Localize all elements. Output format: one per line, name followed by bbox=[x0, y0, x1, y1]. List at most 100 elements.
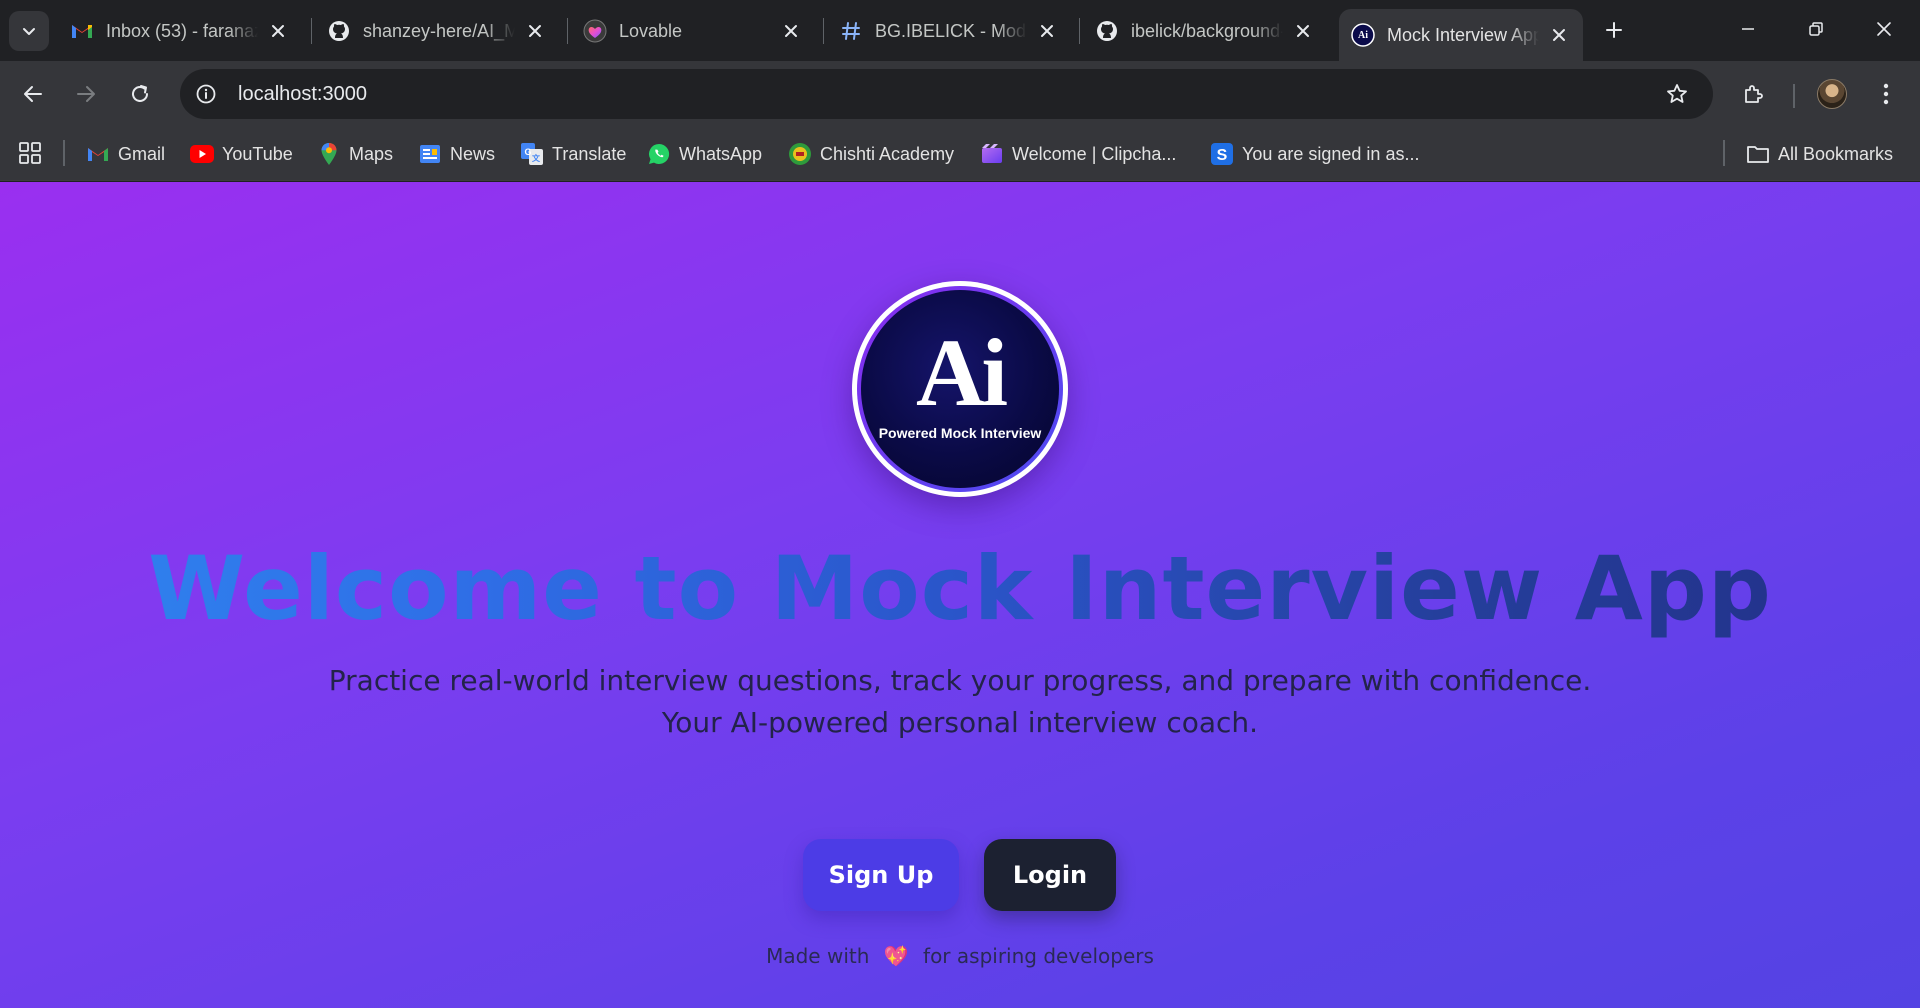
all-bookmarks-button[interactable]: All Bookmarks bbox=[1746, 139, 1893, 169]
footer-text-before: Made with bbox=[766, 944, 870, 968]
bookmark-label: All Bookmarks bbox=[1778, 143, 1894, 164]
chevron-down-icon bbox=[23, 28, 35, 35]
academy-icon bbox=[788, 142, 812, 166]
close-icon[interactable] bbox=[1291, 19, 1315, 43]
minimize-button[interactable] bbox=[1714, 0, 1782, 58]
toolbar-divider bbox=[1793, 84, 1795, 108]
reload-button[interactable] bbox=[120, 74, 160, 114]
restore-button[interactable] bbox=[1782, 0, 1850, 58]
tab-search-button[interactable] bbox=[9, 11, 49, 51]
bookmarks-divider bbox=[1723, 140, 1725, 166]
bookmark-news[interactable]: News bbox=[418, 139, 495, 169]
site-info-icon[interactable] bbox=[188, 76, 224, 112]
arrow-right-icon bbox=[77, 86, 95, 102]
bookmark-star-icon[interactable] bbox=[1657, 74, 1697, 114]
svg-text:S: S bbox=[1217, 147, 1228, 164]
news-icon bbox=[418, 142, 442, 166]
close-icon[interactable] bbox=[523, 19, 547, 43]
bookmark-label: Translate bbox=[552, 143, 627, 164]
translate-icon: G文 bbox=[520, 142, 544, 166]
youtube-icon bbox=[190, 142, 214, 166]
subtitle-line-1: Practice real-world interview questions,… bbox=[328, 664, 1592, 697]
bookmark-signed-in[interactable]: S You are signed in as... bbox=[1210, 139, 1419, 169]
logo-core: Ai Powered Mock Interview bbox=[861, 290, 1059, 488]
logo-subtitle: Powered Mock Interview bbox=[878, 425, 1042, 441]
bookmark-label: YouTube bbox=[222, 143, 293, 164]
gmail-icon bbox=[86, 142, 110, 166]
s-logo-icon: S bbox=[1210, 142, 1234, 166]
profile-avatar[interactable] bbox=[1817, 79, 1847, 109]
footer-note: Made with 💖 for aspiring developers bbox=[0, 944, 1920, 968]
bookmarks-divider bbox=[63, 140, 65, 166]
bookmark-label: WhatsApp bbox=[679, 143, 763, 164]
bookmark-label: Welcome | Clipcha... bbox=[1012, 143, 1177, 164]
footer-text-after: for aspiring developers bbox=[923, 944, 1154, 968]
tab-divider bbox=[823, 18, 824, 44]
close-icon[interactable] bbox=[779, 19, 803, 43]
back-button[interactable] bbox=[13, 74, 53, 114]
apps-grid-icon[interactable] bbox=[18, 141, 42, 165]
bookmark-whatsapp[interactable]: WhatsApp bbox=[647, 139, 762, 169]
page-subtitle: Practice real-world interview questions,… bbox=[0, 660, 1920, 744]
tab-github-ai-mock[interactable]: shanzey-here/AI_Mock bbox=[315, 9, 559, 53]
tab-divider bbox=[567, 18, 568, 44]
address-bar[interactable]: localhost:3000 bbox=[180, 69, 1713, 119]
tab-title: Inbox (53) - faranaz bbox=[106, 20, 258, 41]
bookmark-label: Gmail bbox=[118, 143, 166, 164]
tab-mock-interview-app[interactable]: Ai Mock Interview App bbox=[1339, 9, 1583, 61]
tab-gmail[interactable]: Inbox (53) - faranaz bbox=[58, 9, 302, 53]
whatsapp-icon bbox=[647, 142, 671, 166]
bookmark-label: Maps bbox=[349, 143, 394, 164]
bookmark-maps[interactable]: Maps bbox=[317, 139, 393, 169]
close-icon bbox=[1877, 22, 1891, 36]
url-text[interactable]: localhost:3000 bbox=[238, 83, 1657, 106]
bookmark-label: Chishti Academy bbox=[820, 143, 955, 164]
bookmark-chishti-academy[interactable]: Chishti Academy bbox=[788, 139, 954, 169]
tab-strip: Inbox (53) - faranaz shanzey-here/AI_Moc… bbox=[0, 0, 1920, 61]
svg-text:Ai: Ai bbox=[1358, 30, 1368, 41]
sign-up-button[interactable]: Sign Up bbox=[803, 839, 959, 911]
bookmark-label: News bbox=[450, 143, 496, 164]
puzzle-icon bbox=[1745, 85, 1763, 103]
lovable-icon bbox=[583, 19, 607, 43]
tab-bg-ibelick[interactable]: BG.IBELICK - Modern bbox=[827, 9, 1071, 53]
forward-button[interactable] bbox=[66, 74, 106, 114]
app-logo: Ai Powered Mock Interview bbox=[852, 281, 1068, 497]
logo-ring: Ai Powered Mock Interview bbox=[857, 286, 1063, 492]
new-tab-button[interactable] bbox=[1596, 12, 1632, 48]
clipchamp-icon bbox=[980, 142, 1004, 166]
svg-text:文: 文 bbox=[532, 153, 541, 163]
close-icon[interactable] bbox=[1547, 23, 1571, 47]
reload-icon bbox=[132, 85, 148, 102]
page-title: Welcome to Mock Interview App bbox=[0, 534, 1920, 644]
menu-button[interactable] bbox=[1866, 74, 1906, 114]
tab-title: Lovable bbox=[619, 20, 683, 41]
hash-icon bbox=[839, 19, 863, 43]
tab-title: ibelick/background-snippets bbox=[1131, 20, 1283, 41]
arrow-left-icon bbox=[24, 86, 42, 102]
browser-toolbar: localhost:3000 bbox=[0, 61, 1920, 127]
ai-logo-icon: Ai bbox=[1351, 23, 1375, 47]
tab-title: shanzey-here/AI_Mock bbox=[363, 20, 515, 41]
close-window-button[interactable] bbox=[1850, 0, 1918, 58]
folder-icon bbox=[1746, 142, 1770, 166]
svg-text:G: G bbox=[524, 147, 531, 157]
close-icon[interactable] bbox=[1035, 19, 1059, 43]
tab-divider bbox=[1079, 18, 1080, 44]
bookmark-clipchamp[interactable]: Welcome | Clipcha... bbox=[980, 139, 1176, 169]
bookmark-translate[interactable]: G文 Translate bbox=[520, 139, 626, 169]
subtitle-line-2: Your AI-powered personal interview coach… bbox=[661, 706, 1259, 739]
extensions-button[interactable] bbox=[1734, 74, 1774, 114]
maps-icon bbox=[317, 142, 341, 166]
login-button[interactable]: Login bbox=[984, 839, 1116, 911]
bookmark-gmail[interactable]: Gmail bbox=[86, 139, 165, 169]
bookmark-youtube[interactable]: YouTube bbox=[190, 139, 293, 169]
close-icon[interactable] bbox=[266, 19, 290, 43]
landing-page: Ai Powered Mock Interview Welcome to Moc… bbox=[0, 182, 1920, 1008]
minimize-icon bbox=[1742, 28, 1754, 30]
tab-title: Mock Interview App bbox=[1387, 24, 1539, 45]
github-icon bbox=[1095, 19, 1119, 43]
tab-github-background[interactable]: ibelick/background-snippets bbox=[1083, 9, 1327, 53]
tab-lovable[interactable]: Lovable bbox=[571, 9, 815, 53]
heart-icon: 💖 bbox=[883, 944, 909, 968]
